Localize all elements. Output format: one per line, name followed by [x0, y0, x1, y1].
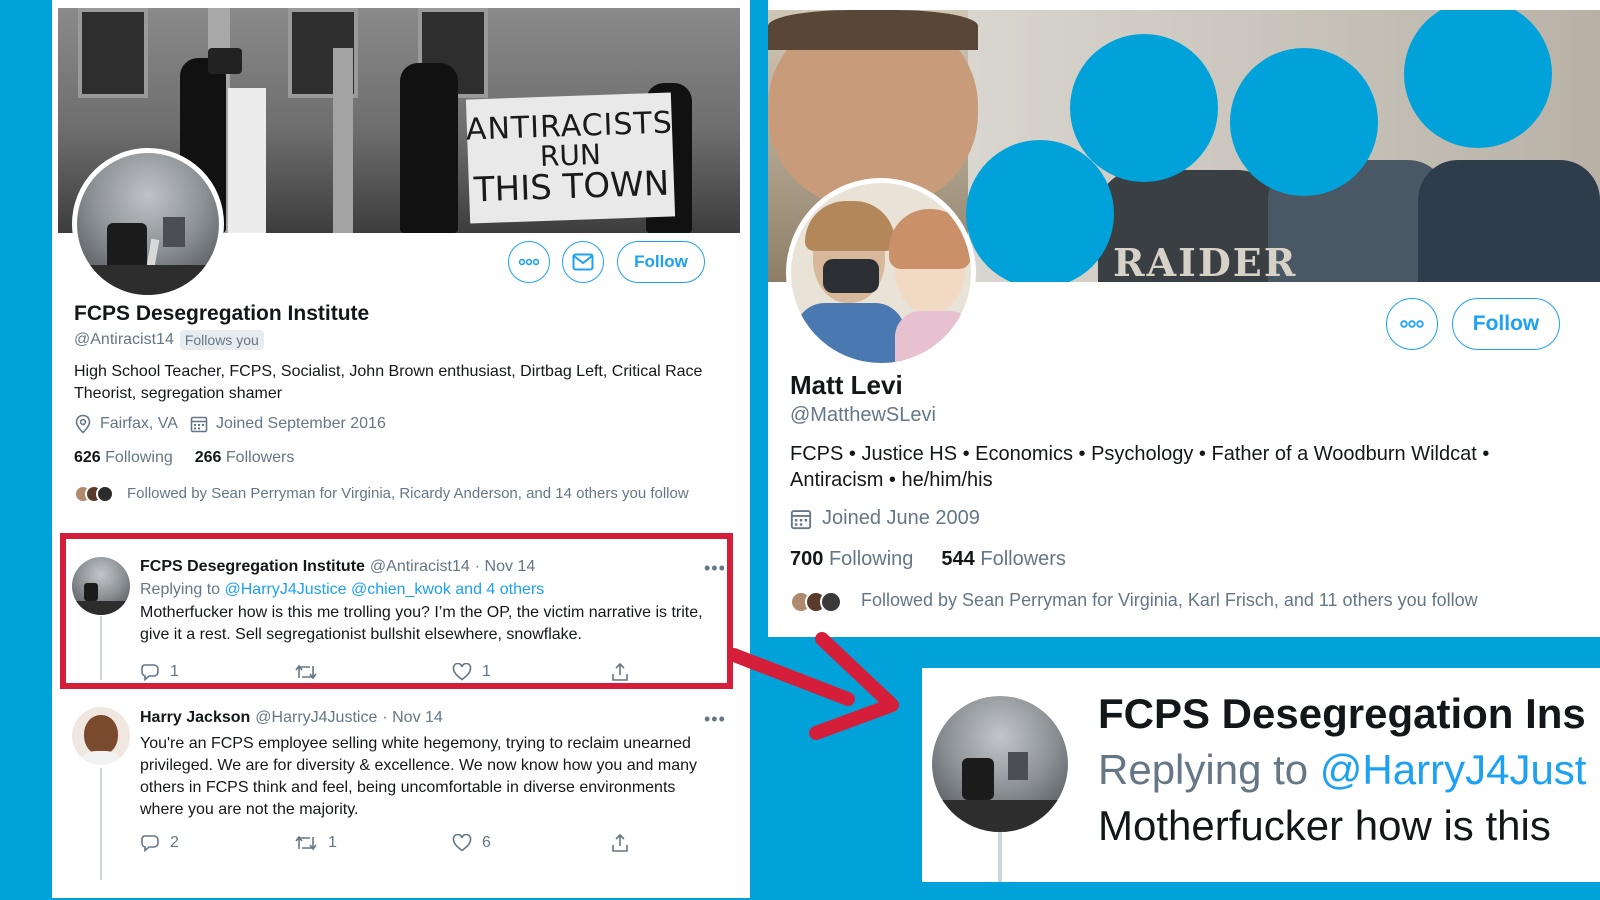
- tweet[interactable]: Harry Jackson @HarryJ4Justice · Nov 14 Y…: [140, 709, 730, 821]
- profile-avatar[interactable]: [72, 148, 224, 300]
- tweet-more-button[interactable]: •••: [704, 709, 726, 730]
- profile-meta: Fairfax, VA Joined September 2016: [74, 414, 386, 434]
- reply-action[interactable]: 2: [140, 833, 294, 853]
- thread-line: [998, 832, 1002, 882]
- mutual-avatars: [74, 485, 114, 505]
- zoomed-author-name: FCPS Desegregation Ins: [1098, 690, 1586, 737]
- more-icon: [1400, 320, 1424, 328]
- retweet-icon: [295, 835, 317, 851]
- followers-count: 266: [194, 449, 222, 466]
- heart-icon: [452, 834, 472, 852]
- followers-label: Followers: [980, 548, 1066, 570]
- more-options-button[interactable]: [508, 241, 550, 283]
- followers-stat[interactable]: 266 Followers: [195, 449, 295, 467]
- tweet-avatar[interactable]: [72, 707, 130, 765]
- calendar-icon: [190, 416, 208, 433]
- following-count: 700: [790, 548, 824, 570]
- following-label: Following: [828, 548, 914, 570]
- zoomed-replying-to: Replying to @HarryJ4Just: [1098, 746, 1586, 794]
- retweet-count: 1: [328, 834, 337, 851]
- share-icon: [612, 833, 628, 852]
- profile-bio: High School Teacher, FCPS, Socialist, Jo…: [74, 363, 703, 402]
- more-icon: [519, 258, 539, 266]
- profile-name: FCPS Desegregation Institute: [74, 302, 370, 325]
- profile-handle-row: @Antiracist14 Follows you: [74, 330, 264, 350]
- calendar-icon: [790, 509, 812, 529]
- face-redaction-circle: [1070, 34, 1218, 182]
- protester: [400, 63, 458, 233]
- followed-by-row[interactable]: Followed by Sean Perryman for Virginia, …: [790, 590, 1478, 613]
- zoomed-tweet-panel: FCPS Desegregation Ins Replying to @Harr…: [922, 668, 1600, 882]
- followers-count: 544: [941, 548, 975, 570]
- location-text: Fairfax, VA: [100, 415, 178, 432]
- profile-bio: FCPS • Justice HS • Economics • Psycholo…: [790, 443, 1490, 491]
- following-stat[interactable]: 626 Following: [74, 449, 173, 467]
- envelope-icon: [572, 253, 594, 271]
- tweet-actions: 2 1 6: [140, 833, 630, 853]
- shirt-text: RAIDER: [1113, 240, 1298, 282]
- tweet-header: Harry Jackson @HarryJ4Justice · Nov 14: [140, 709, 730, 727]
- replying-to-link: @HarryJ4Just: [1319, 746, 1587, 793]
- right-profile-panel: RAIDER Follow Matt Levi @MatthewSLevi FC…: [768, 0, 1600, 637]
- tweet-date[interactable]: · Nov 14: [382, 709, 442, 727]
- reply-count: 2: [170, 834, 179, 851]
- tweet-text: You're an FCPS employee selling white he…: [140, 735, 698, 818]
- face-redaction-circle: [1230, 48, 1378, 196]
- zoomed-tweet-text: Motherfucker how is this: [1098, 802, 1551, 849]
- like-action[interactable]: 6: [452, 834, 610, 852]
- tweet-author-name[interactable]: Harry Jackson: [140, 709, 250, 727]
- share-action[interactable]: [610, 833, 630, 853]
- shirt: [1418, 160, 1600, 282]
- follows-you-badge: Follows you: [179, 330, 264, 350]
- face-redaction-circle: [966, 140, 1114, 282]
- joined-date: Joined September 2016: [215, 415, 386, 432]
- follow-stats: 626 Following 266 Followers: [74, 449, 294, 467]
- red-arrow-icon: [730, 632, 899, 740]
- profile-meta: Joined June 2009: [790, 507, 980, 530]
- message-button[interactable]: [562, 241, 604, 283]
- retweet-action[interactable]: 1: [294, 834, 452, 852]
- followed-by-row[interactable]: Followed by Sean Perryman for Virginia, …: [74, 482, 714, 505]
- reply-icon: [141, 835, 159, 853]
- thread-line: [100, 768, 102, 880]
- followers-label: Followers: [225, 449, 295, 466]
- follow-stats: 700 Following 544 Followers: [790, 548, 1066, 571]
- follow-button[interactable]: Follow: [1452, 298, 1560, 350]
- tweet-avatar: [932, 696, 1068, 832]
- following-count: 626: [74, 449, 101, 466]
- joined-date: Joined June 2009: [822, 507, 980, 529]
- follow-button[interactable]: Follow: [617, 241, 705, 283]
- followed-by-text: Followed by Sean Perryman for Virginia, …: [861, 590, 1478, 610]
- tweet-author-handle[interactable]: @HarryJ4Justice: [255, 709, 377, 727]
- highlight-box: [60, 533, 733, 689]
- sign-text-line: THIS TOWN: [473, 163, 670, 211]
- profile-handle[interactable]: @MatthewSLevi: [790, 404, 936, 427]
- banner-window: [78, 8, 148, 98]
- location-pin-icon: [75, 414, 91, 434]
- following-stat[interactable]: 700 Following: [790, 548, 913, 571]
- followers-stat[interactable]: 544 Followers: [941, 548, 1066, 571]
- following-label: Following: [105, 449, 173, 466]
- profile-avatar[interactable]: [786, 178, 976, 368]
- mutual-avatars: [790, 591, 842, 613]
- like-count: 6: [482, 834, 491, 851]
- followed-by-text: Followed by Sean Perryman for Virginia, …: [127, 485, 689, 502]
- profile-handle[interactable]: @Antiracist14: [74, 331, 174, 349]
- replying-prefix: Replying to: [1098, 746, 1309, 793]
- more-options-button[interactable]: [1386, 298, 1438, 350]
- protest-sign: ANTIRACISTS RUN THIS TOWN: [465, 92, 676, 224]
- profile-name: Matt Levi: [790, 370, 903, 400]
